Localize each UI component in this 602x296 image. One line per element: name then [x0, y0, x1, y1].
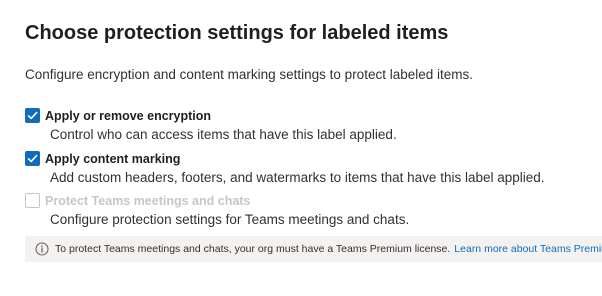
teams-protection-label: Protect Teams meetings and chats [45, 194, 251, 208]
encryption-label[interactable]: Apply or remove encryption [45, 108, 211, 124]
page-title: Choose protection settings for labeled i… [25, 22, 449, 44]
learn-more-link[interactable]: Learn more about Teams Premium [454, 243, 602, 255]
content-marking-description: Add custom headers, footers, and waterma… [50, 170, 545, 185]
encryption-description: Control who can access items that have t… [50, 127, 397, 142]
page-description: Configure encryption and content marking… [25, 67, 473, 82]
encryption-checkbox[interactable] [25, 108, 40, 123]
info-message: To protect Teams meetings and chats, you… [55, 243, 602, 256]
content-marking-checkbox[interactable] [25, 151, 40, 166]
checkmark-icon [27, 154, 38, 163]
info-icon [35, 242, 49, 256]
checkmark-icon [27, 111, 38, 120]
teams-protection-checkbox [25, 193, 40, 208]
info-text: To protect Teams meetings and chats, you… [55, 243, 451, 255]
info-bar: To protect Teams meetings and chats, you… [25, 236, 602, 262]
content-marking-label[interactable]: Apply content marking [45, 151, 180, 167]
teams-protection-description: Configure protection settings for Teams … [50, 212, 410, 227]
